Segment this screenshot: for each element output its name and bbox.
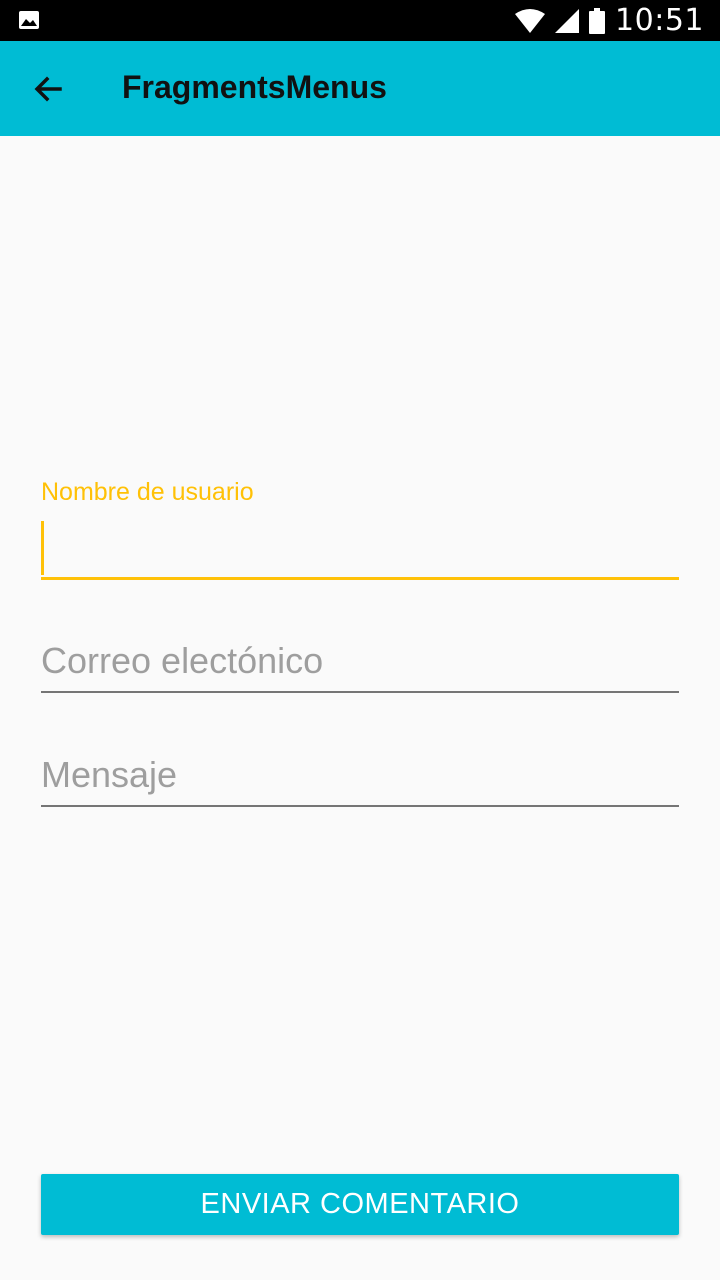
page-title: FragmentsMenus: [122, 69, 387, 105]
email-field-container: [41, 632, 679, 694]
status-bar: 10:51: [0, 0, 720, 41]
username-underline: [41, 577, 679, 580]
username-input[interactable]: [41, 518, 679, 576]
username-label: Nombre de usuario: [41, 478, 254, 506]
message-field-container: [41, 746, 679, 808]
send-comment-button[interactable]: ENVIAR COMENTARIO: [41, 1174, 679, 1235]
message-underline: [41, 805, 679, 807]
wifi-icon: [515, 8, 546, 33]
image-notification-icon: [19, 11, 39, 29]
battery-icon: [589, 7, 606, 34]
arrow-back-icon[interactable]: [30, 71, 66, 107]
email-input[interactable]: [41, 632, 679, 690]
email-underline: [41, 691, 679, 693]
message-input[interactable]: [41, 746, 679, 804]
username-field-container: Nombre de usuario: [41, 478, 679, 582]
cell-signal-icon: [555, 8, 580, 33]
clock: 10:51: [615, 3, 704, 38]
app-bar: FragmentsMenus: [0, 41, 720, 136]
